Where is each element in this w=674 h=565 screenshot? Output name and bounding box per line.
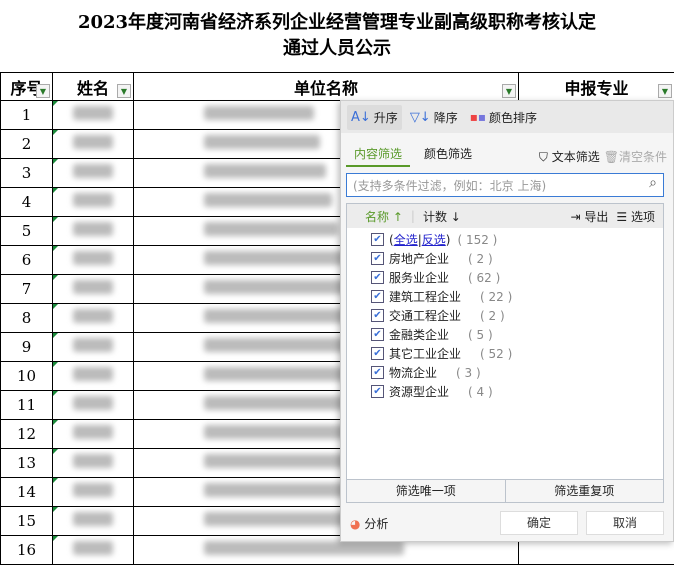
checkbox[interactable]: ✔ xyxy=(371,385,384,398)
sort-asc-icon: A↓ xyxy=(351,110,371,125)
cell-name[interactable] xyxy=(53,333,134,362)
pie-chart-icon: ◕ xyxy=(350,517,360,531)
checkbox[interactable]: ✔ xyxy=(371,366,384,379)
cell-name[interactable] xyxy=(53,217,134,246)
cell-index[interactable]: 3 xyxy=(1,159,53,188)
cell-index[interactable]: 15 xyxy=(1,507,53,536)
sort-desc-button[interactable]: ▽↓降序 xyxy=(406,105,462,130)
header-name: 姓名▼ xyxy=(53,73,134,101)
cell-name[interactable] xyxy=(53,478,134,507)
cell-name[interactable] xyxy=(53,536,134,565)
cell-index[interactable]: 14 xyxy=(1,478,53,507)
cell-name[interactable] xyxy=(53,246,134,275)
cell-index[interactable]: 7 xyxy=(1,275,53,304)
cell-name[interactable] xyxy=(53,159,134,188)
filter-list-item[interactable]: ✔建筑工程企业( 22 ) xyxy=(347,287,663,306)
options-button[interactable]: ☰ 选项 xyxy=(616,208,655,225)
cell-name[interactable] xyxy=(53,391,134,420)
sort-by-count-button[interactable]: 计数 ↓ xyxy=(423,208,461,225)
sort-desc-icon: ▽↓ xyxy=(410,110,431,125)
clear-conditions-button[interactable]: 🗑清空条件 xyxy=(604,148,667,165)
cell-index[interactable]: 13 xyxy=(1,449,53,478)
sort-color-button[interactable]: ▪▪颜色排序 xyxy=(466,105,541,130)
export-button[interactable]: ⇥ 导出 xyxy=(570,208,608,225)
filter-list-item[interactable]: ✔房地产企业( 2 ) xyxy=(347,249,663,268)
cell-index[interactable]: 2 xyxy=(1,130,53,159)
checkbox[interactable]: ✔ xyxy=(371,290,384,303)
export-icon: ⇥ xyxy=(570,210,580,224)
funnel-icon: ⛉ xyxy=(539,150,548,164)
cell-name[interactable] xyxy=(53,101,134,130)
cell-index[interactable]: 16 xyxy=(1,536,53,565)
cell-name[interactable] xyxy=(53,449,134,478)
checkbox[interactable]: ✔ xyxy=(371,252,384,265)
filter-list-item[interactable]: ✔交通工程企业( 2 ) xyxy=(347,306,663,325)
header-index: 序号▼ xyxy=(1,73,53,101)
cancel-button[interactable]: 取消 xyxy=(586,511,664,535)
cell-name[interactable] xyxy=(53,130,134,159)
filter-list-item[interactable]: ✔资源型企业( 4 ) xyxy=(347,382,663,401)
cell-name[interactable] xyxy=(53,275,134,304)
cell-name[interactable] xyxy=(53,362,134,391)
page-title: 2023年度河南省经济系列企业经营管理专业副高级职称考核认定 xyxy=(0,8,674,34)
filter-duplicate-button[interactable]: 筛选重复项 xyxy=(505,480,664,502)
filter-unique-button[interactable]: 筛选唯一项 xyxy=(347,480,505,502)
cell-index[interactable]: 9 xyxy=(1,333,53,362)
page-subtitle: 通过人员公示 xyxy=(0,34,674,60)
select-all-link[interactable]: 全选 xyxy=(394,233,418,247)
sort-asc-button[interactable]: A↓升序 xyxy=(347,105,402,130)
checkbox[interactable]: ✔ xyxy=(371,233,384,246)
filter-panel: A↓升序 ▽↓降序 ▪▪颜色排序 内容筛选 颜色筛选 ⛉ 文本筛选 🗑清空条件 … xyxy=(340,100,674,542)
tab-color-filter[interactable]: 颜色筛选 xyxy=(416,145,480,167)
cell-index[interactable]: 10 xyxy=(1,362,53,391)
text-filter-button[interactable]: ⛉ 文本筛选 xyxy=(539,148,600,165)
filter-dropdown-button[interactable]: ▼ xyxy=(117,84,131,98)
filter-value-list: 名称 ↑ | 计数 ↓ ⇥ 导出 ☰ 选项 ✔(全选|反选)( 152 ) ✔房… xyxy=(346,203,664,503)
cell-name[interactable] xyxy=(53,507,134,536)
checkbox[interactable]: ✔ xyxy=(371,309,384,322)
filter-search-input[interactable]: (支持多条件过滤，例如：北京 上海)⌕ xyxy=(346,173,664,197)
header-specialty: 申报专业▼ xyxy=(519,73,674,101)
filter-list-item[interactable]: ✔金融类企业( 5 ) xyxy=(347,325,663,344)
cell-index[interactable]: 12 xyxy=(1,420,53,449)
checkbox[interactable]: ✔ xyxy=(371,328,384,341)
cell-name[interactable] xyxy=(53,188,134,217)
trash-icon: 🗑 xyxy=(604,150,619,164)
filter-dropdown-button[interactable]: ▼ xyxy=(36,84,50,98)
sort-by-name-button[interactable]: 名称 ↑ xyxy=(365,208,403,225)
cell-index[interactable]: 8 xyxy=(1,304,53,333)
analysis-button[interactable]: ◕ 分析 xyxy=(350,515,388,532)
ok-button[interactable]: 确定 xyxy=(500,511,578,535)
filter-list-item[interactable]: ✔其它工业企业( 52 ) xyxy=(347,344,663,363)
select-all-item[interactable]: ✔(全选|反选)( 152 ) xyxy=(347,230,663,249)
filter-list-item[interactable]: ✔物流企业( 3 ) xyxy=(347,363,663,382)
filter-dropdown-button[interactable]: ▼ xyxy=(502,84,516,98)
header-company: 单位名称▼ xyxy=(134,73,519,101)
cell-index[interactable]: 6 xyxy=(1,246,53,275)
menu-icon: ☰ xyxy=(616,210,627,224)
tab-content-filter[interactable]: 内容筛选 xyxy=(346,145,410,167)
search-icon: ⌕ xyxy=(649,175,657,191)
color-sort-icon: ▪▪ xyxy=(470,110,486,124)
cell-index[interactable]: 11 xyxy=(1,391,53,420)
filter-list-item[interactable]: ✔服务业企业( 62 ) xyxy=(347,268,663,287)
filter-dropdown-button[interactable]: ▼ xyxy=(658,84,672,98)
cell-name[interactable] xyxy=(53,304,134,333)
checkbox[interactable]: ✔ xyxy=(371,271,384,284)
invert-link[interactable]: 反选 xyxy=(422,233,446,247)
checkbox[interactable]: ✔ xyxy=(371,347,384,360)
cell-name[interactable] xyxy=(53,420,134,449)
cell-index[interactable]: 4 xyxy=(1,188,53,217)
cell-index[interactable]: 1 xyxy=(1,101,53,130)
cell-index[interactable]: 5 xyxy=(1,217,53,246)
